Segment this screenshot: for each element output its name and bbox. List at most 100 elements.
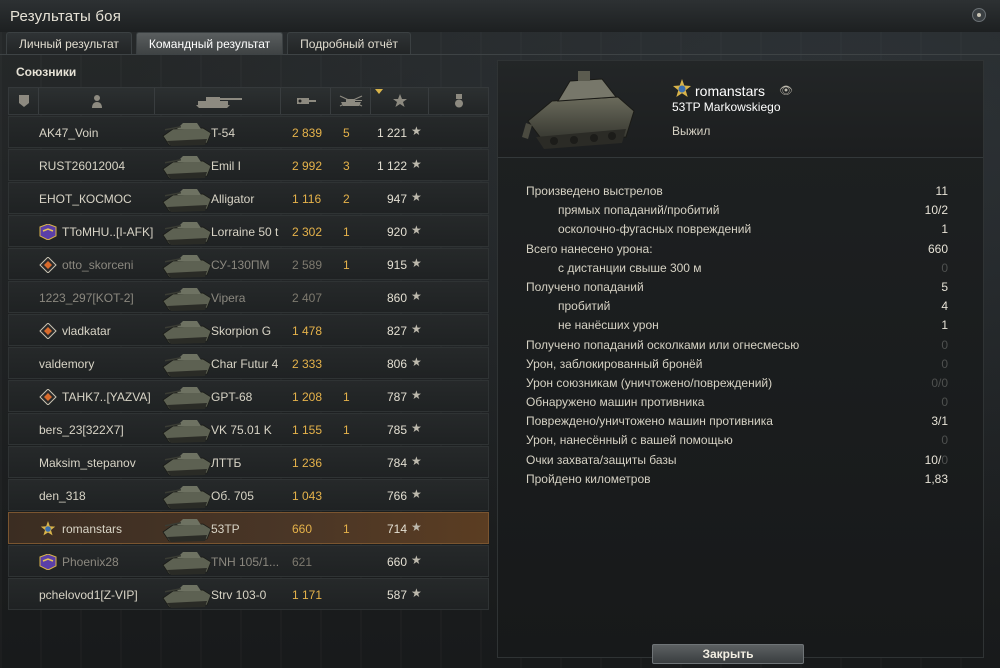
damage-icon [296, 98, 316, 104]
xp-value: 714 [386, 522, 407, 536]
table-row[interactable]: Maksim_stepanov ЛТТБ 1 236 784 ★ [8, 446, 489, 478]
table-row[interactable]: valdemory Char Futur 4 2 333 806 ★ [8, 347, 489, 379]
table-row[interactable]: AK47_Voin T-54 2 839 5 1 221 ★ [8, 116, 489, 148]
xp-value: 860 [386, 291, 407, 305]
player-name: TAHK7..[YAZVA] [62, 390, 151, 404]
stat-label: Получено попаданий [526, 279, 644, 294]
tank-thumbnail-icon [162, 123, 212, 146]
stat-value: 11 [935, 184, 948, 198]
table-row[interactable]: TAHK7..[YAZVA] GPT-68 1 208 1 787 ★ [8, 380, 489, 412]
tank-thumbnail-icon [162, 156, 212, 179]
sort-caret-icon [375, 89, 383, 94]
tank-thumbnail-icon [162, 255, 212, 278]
squad-icon [18, 95, 29, 107]
stat-value: 0 [941, 433, 948, 448]
xp-value: 827 [386, 324, 407, 338]
xp-star-icon: ★ [411, 124, 422, 138]
tab-divider [0, 54, 1000, 55]
table-row[interactable]: pchelovod1[Z-VIP] Strv 103-0 1 171 587 ★ [8, 578, 489, 610]
player-name: Phoenix28 [62, 555, 119, 569]
damage-value: 1 171 [292, 588, 323, 602]
window-title: Результаты боя [10, 8, 122, 25]
vehicle-name: VK 75.01 K [211, 423, 272, 437]
stat-value: 5 [941, 279, 948, 294]
tab-personal-result[interactable]: Личный результат [6, 32, 132, 54]
stat-row: пробитий 4 [526, 297, 948, 316]
stat-label: Повреждено/уничтожено машин противника [526, 414, 773, 429]
table-row[interactable]: den_318 Об. 705 1 043 766 ★ [8, 479, 489, 511]
kills-icon [339, 95, 362, 107]
stat-row: Пройдено километров 1,83 [526, 470, 948, 489]
tank-icon [195, 97, 242, 108]
vehicle-header[interactable] [155, 88, 281, 114]
vehicle-name: Vipera [211, 291, 246, 305]
diamond-badge-icon [39, 389, 57, 405]
table-row[interactable]: otto_skorceni СУ-130ПМ 2 589 1 915 ★ [8, 248, 489, 280]
vehicle-name: TNH 105/1... [211, 555, 280, 569]
xp-star-icon: ★ [411, 190, 422, 204]
tank-thumbnail-icon [162, 552, 212, 575]
player-name: Maksim_stepanov [39, 456, 136, 470]
survival-status: Выжил [672, 124, 711, 138]
table-row[interactable]: bers_23[322X7] VK 75.01 K 1 155 1 785 ★ [8, 413, 489, 445]
stat-row: Получено попаданий осколками или огнесме… [526, 336, 948, 355]
stat-row: Получено попаданий 5 [526, 278, 948, 297]
kills-value: 5 [343, 126, 350, 140]
player-name: vladkatar [62, 324, 111, 338]
stat-row: осколочно-фугасных повреждений 1 [526, 220, 948, 239]
xp-value: 1 122 [376, 159, 407, 173]
stat-value: 3/1 [931, 414, 948, 429]
table-row[interactable]: romanstars 53TP 660 1 714 ★ [8, 512, 489, 544]
xp-value: 784 [386, 456, 407, 470]
kills-header[interactable] [331, 88, 371, 114]
stat-row: Повреждено/уничтожено машин противника 3/… [526, 412, 948, 431]
help-icon[interactable] [972, 8, 986, 22]
player-summary: romanstars 👁 53TP Markowskiego Выжил [498, 61, 983, 158]
sixth-sense-icon: 👁 [779, 85, 793, 97]
tab-team-result[interactable]: Командный результат [135, 32, 284, 54]
tank-thumbnail-icon [162, 453, 212, 476]
stat-value: 4 [941, 299, 948, 314]
damage-value: 1 116 [292, 192, 322, 206]
player-name: ЕНОТ_КОСМОС [39, 192, 132, 206]
stat-value: 0/0 [931, 375, 948, 390]
stat-value: 0 [941, 260, 948, 275]
vehicle-name: Char Futur 4 [211, 357, 279, 371]
team-table: AK47_Voin T-54 2 839 5 1 221 ★ RUST26012004 Emi… [8, 87, 489, 610]
table-row[interactable]: TToMHU..[I-AFK] Lorraine 50 t 2 302 1 920 ★ [8, 215, 489, 247]
table-row[interactable]: vladkatar Skorpion G 1 478 827 ★ [8, 314, 489, 346]
player-name: otto_skorceni [62, 258, 134, 272]
stat-row: Всего нанесено урона: 660 [526, 240, 948, 259]
damage-header[interactable] [281, 88, 331, 114]
vehicle-name: Skorpion G [211, 324, 272, 338]
table-row[interactable]: 1223_297[KOT-2] Vipera 2 407 860 ★ [8, 281, 489, 313]
table-row[interactable]: ЕНОТ_КОСМОС Alligator 1 116 2 947 ★ [8, 182, 489, 214]
table-row[interactable]: Phoenix28 TNH 105/1... 621 660 ★ [8, 545, 489, 577]
title-bar: Результаты боя [0, 0, 1000, 32]
xp-star-icon: ★ [411, 256, 422, 270]
player-name: pchelovod1[Z-VIP] [39, 588, 138, 602]
xp-value: 915 [386, 258, 407, 272]
player-header[interactable] [39, 88, 155, 114]
squad-header[interactable] [9, 88, 39, 114]
stat-label: Урон, заблокированный бронёй [526, 356, 703, 371]
vehicle-name: Alligator [211, 192, 255, 206]
tank-thumbnail-icon [162, 387, 212, 410]
stat-row: с дистанции свыше 300 м 0 [526, 259, 948, 278]
stat-value: 0 [941, 356, 948, 371]
table-row[interactable]: RUST26012004 Emil I 2 992 3 1 122 ★ [8, 149, 489, 181]
medal-header[interactable] [429, 88, 488, 114]
damage-value: 1 208 [292, 390, 323, 404]
xp-value: 660 [386, 555, 407, 569]
stat-value: 1 [941, 222, 948, 237]
stat-value: 1 [941, 318, 948, 333]
close-button[interactable]: Закрыть [652, 644, 804, 664]
stat-value-dim: 0 [941, 452, 948, 467]
stat-value: 0 [941, 337, 948, 352]
damage-value: 1 478 [292, 324, 323, 338]
kills-value: 3 [343, 159, 350, 173]
diamond-badge-icon [39, 323, 57, 339]
stat-label: Очки захвата/защиты базы [526, 452, 677, 467]
tank-thumbnail-icon [162, 222, 212, 245]
tab-detailed-report[interactable]: Подробный отчёт [287, 32, 412, 54]
